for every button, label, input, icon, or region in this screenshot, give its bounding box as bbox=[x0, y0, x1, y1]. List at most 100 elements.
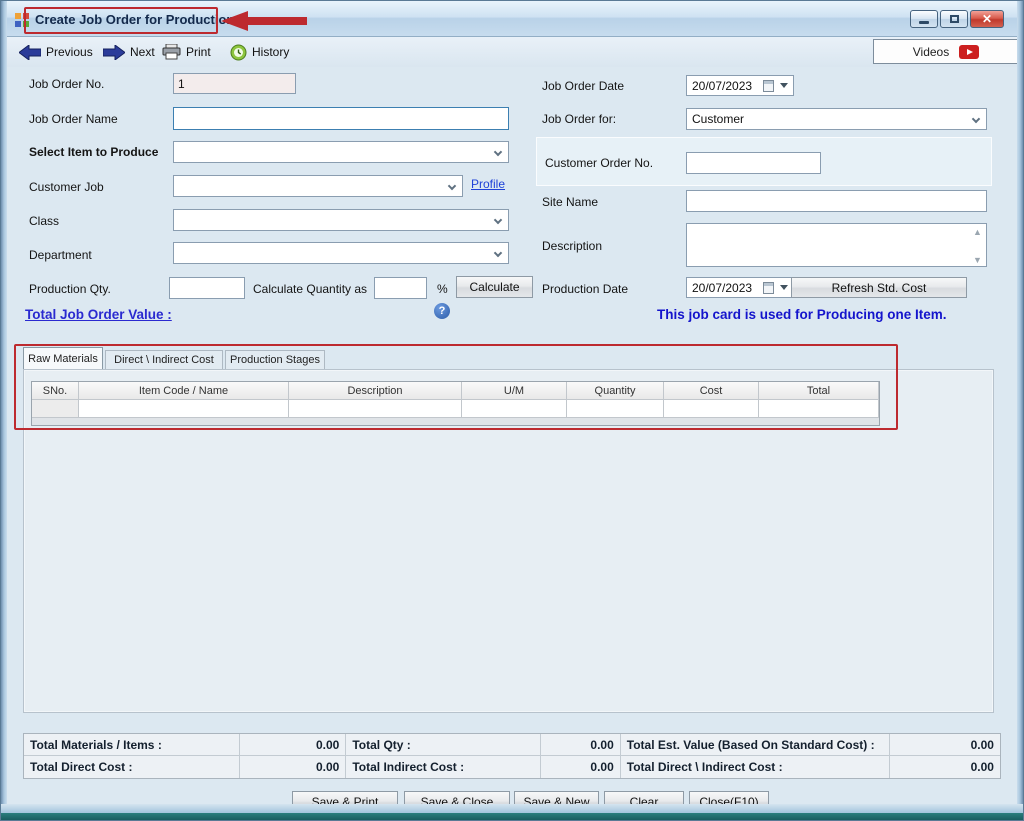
total-est-value-label: Total Est. Value (Based On Standard Cost… bbox=[621, 734, 890, 756]
description-field[interactable] bbox=[686, 223, 987, 267]
total-qty-label: Total Qty : bbox=[346, 734, 541, 756]
history-clock-icon bbox=[230, 44, 247, 61]
job-order-for-label: Job Order for: bbox=[542, 112, 616, 126]
site-name-label: Site Name bbox=[542, 195, 598, 209]
total-indirect-cost-value: 0.00 bbox=[541, 756, 621, 778]
customer-order-no-field[interactable] bbox=[686, 152, 821, 174]
window-border-left bbox=[1, 1, 7, 820]
job-order-date-picker[interactable]: 20/07/2023 bbox=[686, 75, 794, 96]
previous-label: Previous bbox=[46, 45, 93, 59]
row-selector-cell[interactable] bbox=[32, 400, 79, 418]
grid-cell[interactable] bbox=[79, 400, 289, 418]
grid-empty-row[interactable] bbox=[32, 400, 879, 418]
raw-materials-grid: SNo. Item Code / Name Description U/M Qu… bbox=[31, 381, 880, 426]
calendar-icon bbox=[763, 282, 774, 294]
job-order-for-combobox[interactable]: Customer bbox=[686, 108, 987, 130]
close-icon: ✕ bbox=[982, 13, 992, 25]
maximize-button[interactable] bbox=[940, 10, 968, 28]
total-materials-items-value: 0.00 bbox=[240, 734, 347, 756]
previous-button[interactable]: Previous bbox=[19, 41, 93, 63]
youtube-icon bbox=[959, 45, 979, 59]
grid-cell[interactable] bbox=[759, 400, 879, 418]
grid-cell[interactable] bbox=[462, 400, 567, 418]
chevron-down-icon bbox=[494, 249, 502, 257]
column-header-total[interactable]: Total bbox=[759, 382, 879, 400]
minimize-icon bbox=[919, 21, 929, 24]
dropdown-arrow-icon bbox=[780, 83, 788, 88]
column-header-cost[interactable]: Cost bbox=[664, 382, 759, 400]
job-order-name-field[interactable] bbox=[173, 107, 509, 130]
previous-arrow-icon bbox=[19, 45, 41, 60]
column-header-quantity[interactable]: Quantity bbox=[567, 382, 664, 400]
department-combobox[interactable] bbox=[173, 242, 509, 264]
videos-label: Videos bbox=[913, 45, 949, 59]
profile-link[interactable]: Profile bbox=[471, 177, 505, 191]
tab-direct-indirect-cost[interactable]: Direct \ Indirect Cost bbox=[105, 350, 223, 369]
videos-button[interactable]: Videos bbox=[873, 39, 1019, 64]
customer-job-label: Customer Job bbox=[29, 180, 104, 194]
tab-production-stages[interactable]: Production Stages bbox=[225, 350, 325, 369]
tab-raw-materials[interactable]: Raw Materials bbox=[23, 347, 103, 369]
window-title: Create Job Order for Production bbox=[35, 12, 234, 27]
job-order-date-value: 20/07/2023 bbox=[692, 79, 752, 93]
scroll-up-icon[interactable]: ▲ bbox=[973, 228, 982, 237]
totals-row: Total Materials / Items : 0.00 Total Qty… bbox=[24, 734, 1000, 756]
total-direct-cost-label: Total Direct Cost : bbox=[24, 756, 240, 778]
job-order-no-field[interactable] bbox=[173, 73, 296, 94]
total-est-value-value: 0.00 bbox=[890, 734, 1000, 756]
grid-cell[interactable] bbox=[289, 400, 462, 418]
toolbar: Previous Next Print History Videos bbox=[7, 37, 1019, 67]
description-label: Description bbox=[542, 239, 602, 253]
app-window: Create Job Order for Production ✕ Previo… bbox=[0, 0, 1024, 821]
production-date-label: Production Date bbox=[542, 282, 628, 296]
grid-header-row: SNo. Item Code / Name Description U/M Qu… bbox=[32, 382, 879, 400]
maximize-icon bbox=[950, 15, 959, 23]
window-bottom-strip bbox=[1, 813, 1023, 821]
total-materials-items-label: Total Materials / Items : bbox=[24, 734, 240, 756]
next-label: Next bbox=[130, 45, 155, 59]
help-icon[interactable]: ? bbox=[434, 303, 450, 319]
total-qty-value: 0.00 bbox=[541, 734, 621, 756]
total-direct-indirect-cost-label: Total Direct \ Indirect Cost : bbox=[621, 756, 890, 778]
grid-cell[interactable] bbox=[567, 400, 664, 418]
minimize-button[interactable] bbox=[910, 10, 938, 28]
refresh-std-cost-button[interactable]: Refresh Std. Cost bbox=[791, 277, 967, 298]
annotation-arrow-icon bbox=[221, 10, 309, 33]
close-button[interactable]: ✕ bbox=[970, 10, 1004, 28]
column-header-item-code-name[interactable]: Item Code / Name bbox=[79, 382, 289, 400]
calculate-percent-field[interactable] bbox=[374, 277, 427, 299]
total-job-order-value-link[interactable]: Total Job Order Value : bbox=[25, 307, 172, 322]
grid-filler bbox=[32, 418, 879, 425]
column-header-um[interactable]: U/M bbox=[462, 382, 567, 400]
print-label: Print bbox=[186, 45, 211, 59]
scroll-down-icon[interactable]: ▼ bbox=[973, 256, 982, 265]
calendar-icon bbox=[763, 80, 774, 92]
totals-table: Total Materials / Items : 0.00 Total Qty… bbox=[23, 733, 1001, 779]
job-order-for-value: Customer bbox=[692, 112, 744, 126]
class-combobox[interactable] bbox=[173, 209, 509, 231]
customer-job-combobox[interactable] bbox=[173, 175, 463, 197]
chevron-down-icon bbox=[494, 216, 502, 224]
history-button[interactable]: History bbox=[230, 41, 289, 63]
grid-cell[interactable] bbox=[664, 400, 759, 418]
column-header-sno[interactable]: SNo. bbox=[32, 382, 79, 400]
production-date-picker[interactable]: 20/07/2023 bbox=[686, 277, 794, 298]
chevron-down-icon bbox=[972, 115, 980, 123]
dropdown-arrow-icon bbox=[780, 285, 788, 290]
title-bar: Create Job Order for Production ✕ bbox=[1, 1, 1024, 37]
production-qty-field[interactable] bbox=[169, 277, 245, 299]
calculate-quantity-as-label: Calculate Quantity as bbox=[253, 282, 367, 296]
site-name-field[interactable] bbox=[686, 190, 987, 212]
chevron-down-icon bbox=[448, 182, 456, 190]
totals-row: Total Direct Cost : 0.00 Total Indirect … bbox=[24, 756, 1000, 778]
next-button[interactable]: Next bbox=[103, 41, 155, 63]
print-button[interactable]: Print bbox=[162, 41, 211, 63]
select-item-to-produce-combobox[interactable] bbox=[173, 141, 509, 163]
print-icon bbox=[162, 44, 181, 60]
job-order-name-label: Job Order Name bbox=[29, 112, 118, 126]
department-label: Department bbox=[29, 248, 92, 262]
total-indirect-cost-label: Total Indirect Cost : bbox=[346, 756, 541, 778]
total-direct-indirect-cost-value: 0.00 bbox=[890, 756, 1000, 778]
calculate-button[interactable]: Calculate bbox=[456, 276, 533, 298]
column-header-description[interactable]: Description bbox=[289, 382, 462, 400]
